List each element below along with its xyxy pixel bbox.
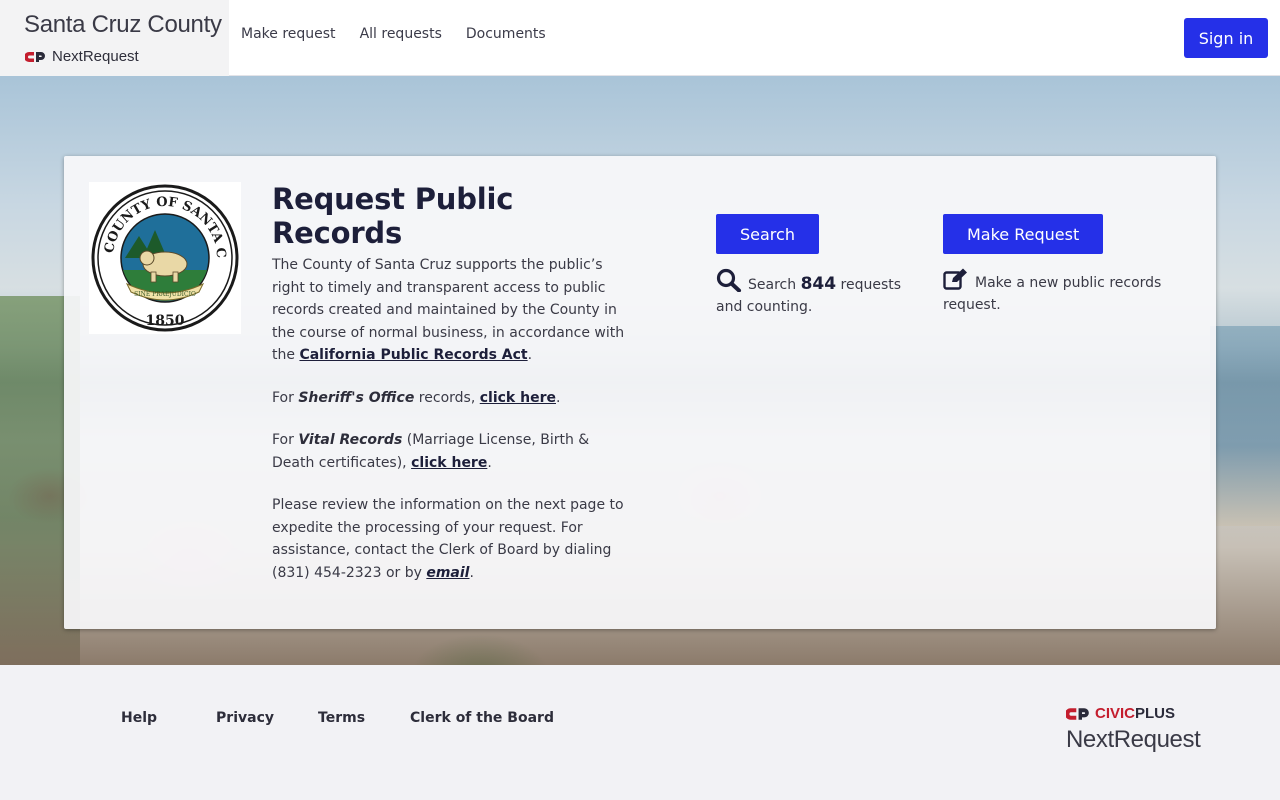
logo-nextrequest: NextRequest [1066, 726, 1201, 753]
sheriff-prefix: For [272, 389, 299, 406]
logo-plus: PLUS [1135, 705, 1176, 722]
logo-civic: CIVIC [1095, 705, 1136, 722]
footer-clerk-link[interactable]: Clerk of the Board [410, 710, 554, 726]
search-button[interactable]: Search [716, 214, 819, 254]
vital-link[interactable]: click here [411, 455, 487, 471]
nav-all-requests[interactable]: All requests [360, 26, 442, 42]
make-desc-text: Make a new public records request. [943, 275, 1162, 313]
sheriff-emphasis: Sheriff's Office [298, 389, 415, 406]
vital-prefix: For [272, 432, 299, 448]
nav-documents[interactable]: Documents [466, 26, 546, 42]
make-request-action: Make Request Make a new public records r… [943, 214, 1183, 316]
footer-privacy-link[interactable]: Privacy [216, 710, 274, 726]
vital-end: . [487, 454, 492, 471]
civicplus-nextrequest-logo[interactable]: CIVIC PLUS NextRequest [1066, 705, 1206, 754]
brand-title[interactable]: Santa Cruz County [24, 11, 222, 39]
search-desc-prefix: Search [748, 277, 801, 293]
civicplus-logo-icon [1066, 707, 1089, 720]
seal-ribbon: SINE PRAEJUDICIO [134, 291, 196, 298]
brand-subtitle: NextRequest [25, 48, 139, 65]
vital-emphasis: Vital Records [298, 432, 403, 448]
intro-card: THE COUNTY OF SANTA CRUZ 1850 SINE PRAEJ… [64, 156, 1216, 629]
cpra-link[interactable]: California Public Records Act [299, 347, 527, 363]
make-description: Make a new public records request. [943, 268, 1183, 316]
county-seal: THE COUNTY OF SANTA CRUZ 1850 SINE PRAEJ… [89, 182, 241, 334]
search-action: Search Search 844 requests and counting. [716, 214, 916, 318]
review-end: . [469, 564, 474, 581]
intro-paragraph: The County of Santa Cruz supports the pu… [272, 254, 632, 367]
intro-content: Request Public Records The County of San… [272, 182, 632, 584]
search-icon [716, 268, 741, 292]
sheriff-mid: records, [414, 389, 480, 406]
nav-make-request[interactable]: Make request [241, 26, 336, 42]
hero-background: THE COUNTY OF SANTA CRUZ 1850 SINE PRAEJ… [0, 76, 1280, 665]
sheriff-link[interactable]: click here [480, 390, 556, 406]
sign-in-button[interactable]: Sign in [1184, 18, 1268, 58]
footer-terms-link[interactable]: Terms [318, 710, 365, 726]
sheriff-paragraph: For Sheriff's Office records, click here… [272, 387, 632, 410]
site-header: Santa Cruz County NextRequest Make reque… [0, 0, 1280, 76]
edit-icon [943, 268, 967, 290]
hero-sea [1210, 326, 1280, 526]
request-count: 844 [800, 274, 837, 294]
footer-help-link[interactable]: Help [121, 710, 157, 726]
page-title: Request Public Records [272, 182, 514, 250]
main-nav: Make request All requests Documents [241, 26, 570, 42]
county-seal-icon: THE COUNTY OF SANTA CRUZ 1850 SINE PRAEJ… [91, 184, 239, 332]
search-description: Search 844 requests and counting. [716, 268, 916, 318]
seal-year: 1850 [146, 313, 185, 329]
make-request-button[interactable]: Make Request [943, 214, 1104, 254]
brand-sub-label: NextRequest [52, 48, 139, 65]
vital-paragraph: For Vital Records (Marriage License, Bir… [272, 429, 632, 474]
civicplus-wordmark: CIVIC PLUS [1066, 705, 1206, 722]
footer-links: Help Privacy Terms Clerk of the Board [121, 710, 554, 726]
sheriff-end: . [555, 389, 561, 406]
brand-block[interactable]: Santa Cruz County NextRequest [0, 0, 229, 76]
review-paragraph: Please review the information on the nex… [272, 494, 632, 584]
civicplus-logo-icon [25, 51, 45, 62]
email-link[interactable]: email [426, 565, 469, 581]
site-footer: Help Privacy Terms Clerk of the Board CI… [0, 665, 1280, 800]
intro-end: . [527, 347, 533, 363]
